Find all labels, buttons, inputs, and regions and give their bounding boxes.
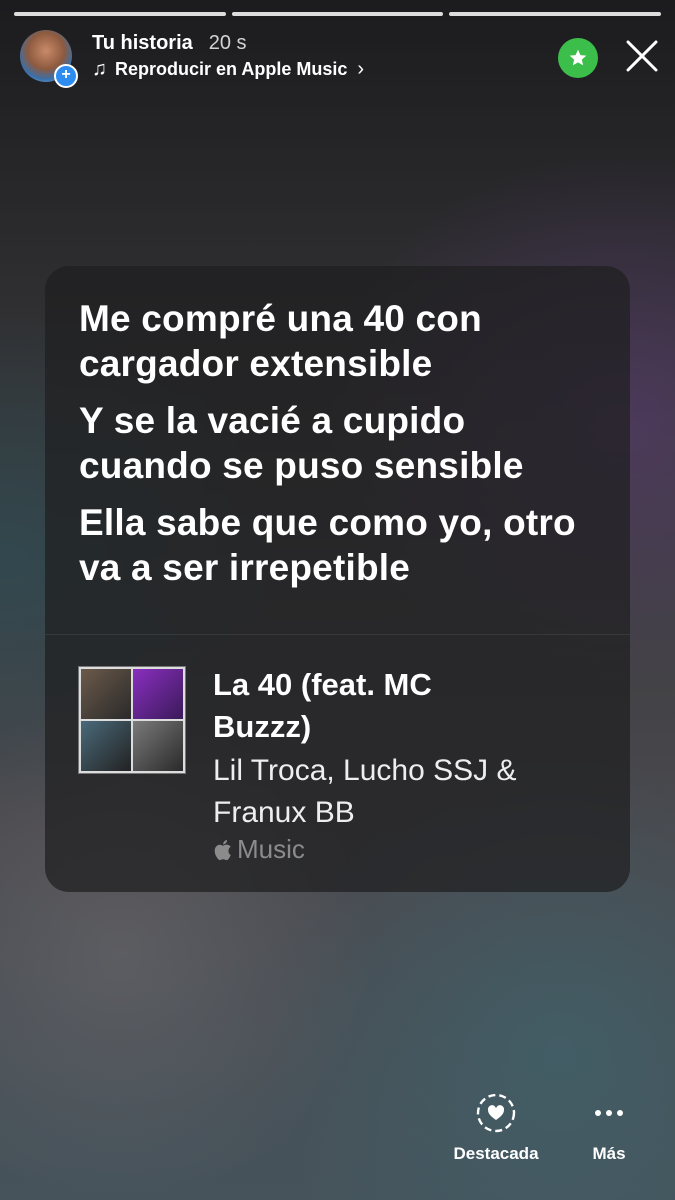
highlight-label: Destacada [453,1144,539,1163]
apple-music-logo: Music [213,834,305,865]
progress-segment [231,12,444,16]
chevron-right-icon: › [357,58,365,80]
lyrics: Me compré una 40 con cargador extensible… [79,296,602,602]
story-title-row: Tu historia 20 s [92,32,247,55]
close-icon [626,40,658,72]
story-time: 20 s [208,32,247,54]
song-info[interactable]: La 40 (feat. MC Buzzz) Lil Troca, Lucho … [78,666,610,866]
close-button[interactable] [622,36,662,76]
lyrics-card[interactable]: Me compré una 40 con cargador extensible… [45,266,630,892]
song-title: La 40 (feat. MC Buzzz) [213,667,432,744]
more-icon [595,1110,623,1116]
apple-music-link[interactable]: ♫ Reproducir en Apple Music › [92,58,364,81]
story-progress [14,12,662,16]
lyric-line: Me compré una 40 con cargador extensible [79,298,482,384]
lyric-line: Ella sabe que como yo, otro va a ser irr… [79,502,576,588]
apple-music-link-label: Reproducir en Apple Music [115,59,348,79]
more-button[interactable]: Más [574,1092,644,1164]
music-note-icon: ♫ [92,58,107,80]
divider [45,634,630,635]
close-friends-star-button[interactable] [558,38,598,78]
highlight-button[interactable]: Destacada [440,1092,552,1164]
progress-segment [449,12,662,16]
lyric-line: Y se la vacié a cupido cuando se puso se… [79,400,524,486]
progress-segment [14,12,226,16]
star-icon [569,49,587,66]
plus-icon[interactable]: + [54,64,78,88]
heart-circle-icon [476,1093,516,1133]
album-art [78,666,186,774]
song-artist: Lil Troca, Lucho SSJ & Franux BB [213,754,517,829]
apple-icon [214,839,231,860]
story-username[interactable]: Tu historia [92,32,193,55]
more-label: Más [592,1144,626,1163]
apple-music-label: Music [237,834,305,864]
